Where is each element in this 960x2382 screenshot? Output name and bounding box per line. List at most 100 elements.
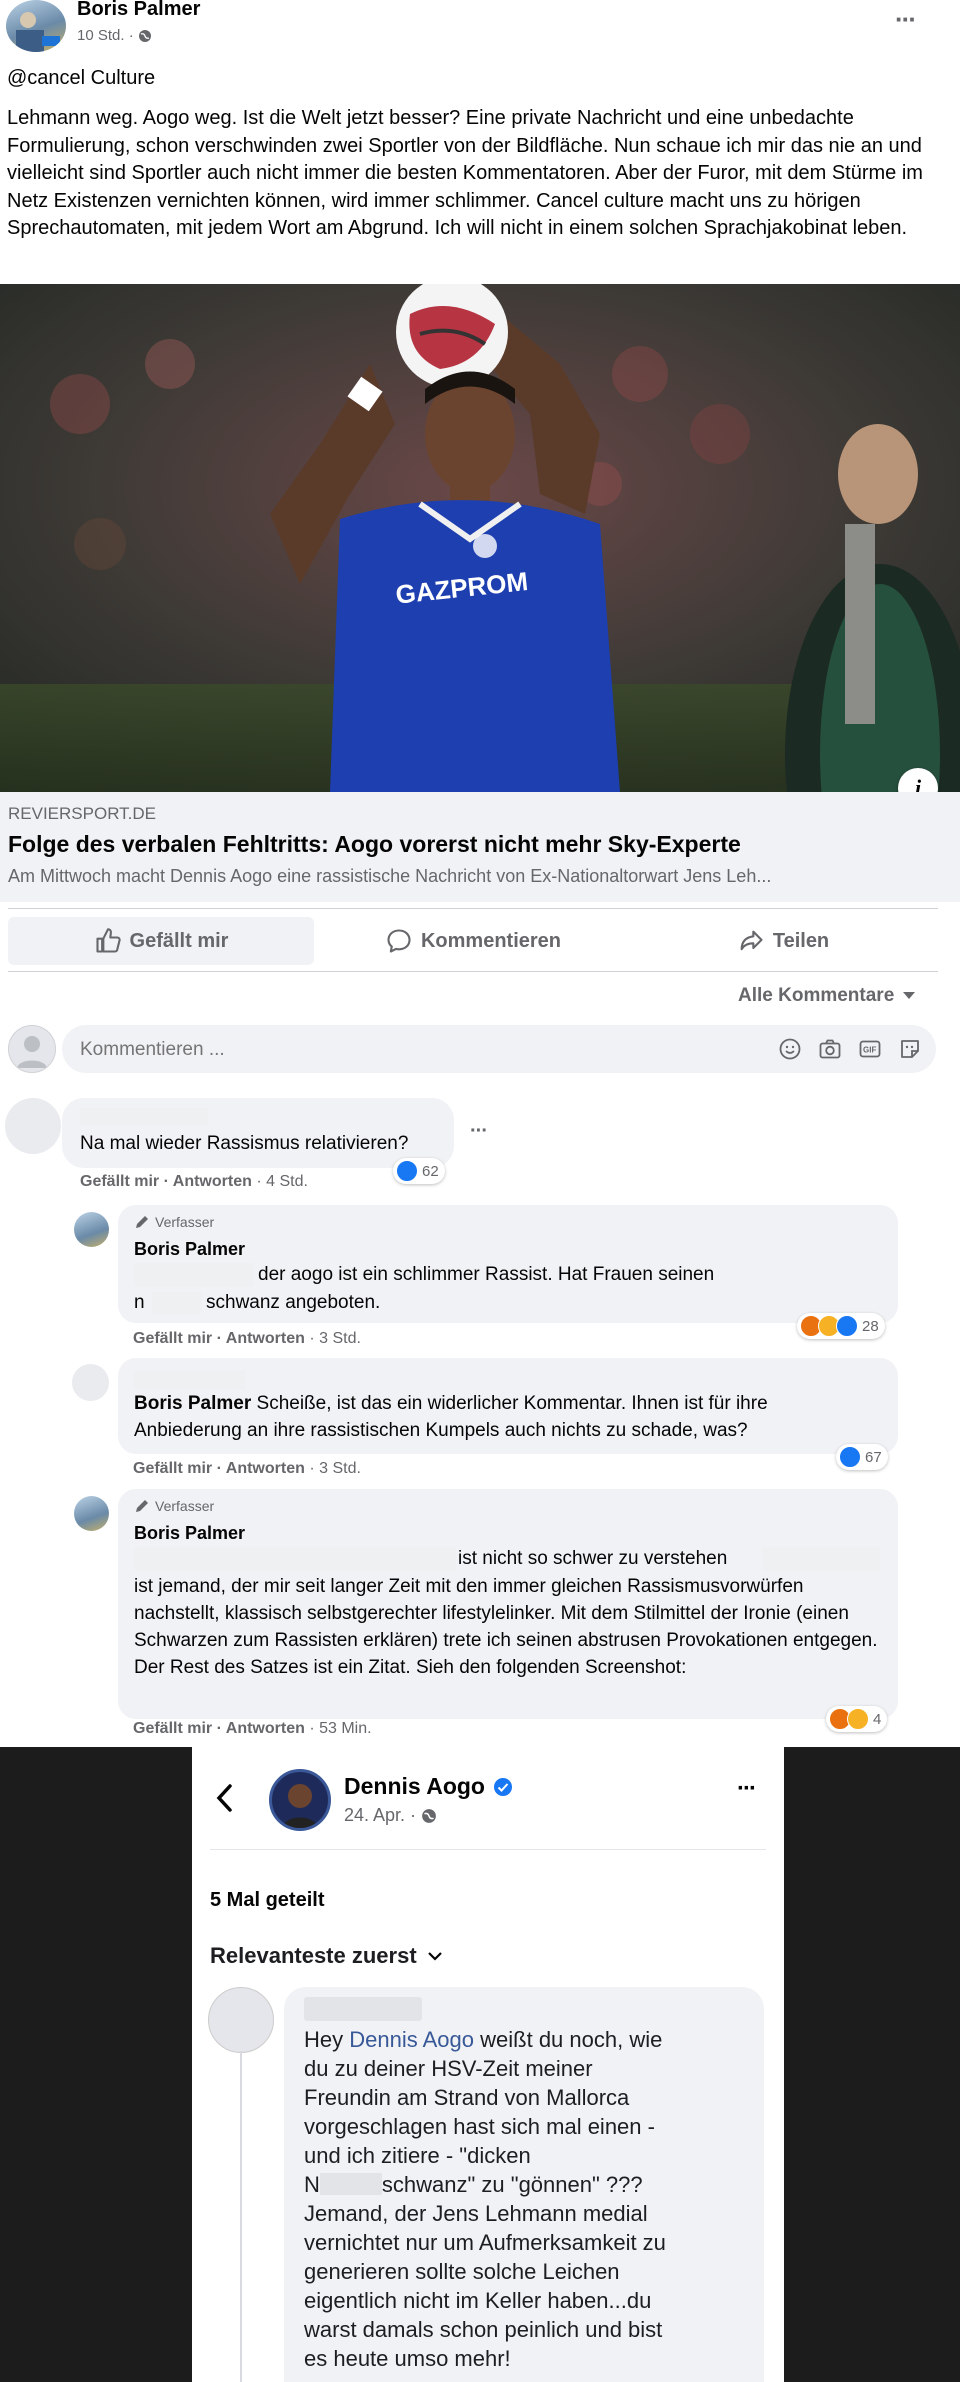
reply-text-body: ist jemand, der mir seit langer Zeit mit…	[134, 1576, 878, 1678]
reply-avatar[interactable]	[74, 1496, 109, 1531]
reply-reactions[interactable]: 4	[826, 1706, 888, 1732]
info-icon: i	[914, 775, 922, 792]
reply-text-line2: schwanz angeboten.	[206, 1292, 381, 1313]
reply-avatar[interactable]	[74, 1212, 109, 1247]
screenshot-date-row: 24. Apr. ·	[344, 1805, 437, 1826]
like-reaction-icon	[839, 1446, 861, 1468]
chevron-down-icon	[903, 992, 916, 999]
back-arrow-icon[interactable]	[214, 1783, 236, 1813]
emoji-icon[interactable]	[778, 1037, 802, 1061]
comment-button[interactable]: Kommentieren	[320, 917, 626, 965]
chevron-down-icon	[427, 1952, 442, 1961]
comment-bubble: Na mal wieder Rassismus relativieren?	[62, 1098, 454, 1168]
screenshot-phone: Dennis Aogo 24. Apr. · ··· 5 Mal geteilt…	[192, 1747, 784, 2382]
profile-photo-icon	[282, 1784, 318, 1828]
reply-actions: Gefällt mir · Antworten · 53 Min.	[133, 1720, 372, 1737]
comment-actions: Gefällt mir · Antworten · 4 Std.	[80, 1173, 308, 1190]
reply-reply-link[interactable]: Antworten	[226, 1460, 305, 1477]
link-preview[interactable]: REVIERSPORT.DE Folge des verbalen Fehltr…	[0, 792, 960, 902]
reply-reply-link[interactable]: Antworten	[226, 1720, 305, 1737]
message-line1-text: weißt du noch, wie	[480, 2027, 663, 2052]
reply-time[interactable]: · 3 Std.	[309, 1460, 361, 1477]
redacted-commenter-name	[80, 1108, 208, 1126]
share-icon	[740, 930, 763, 951]
reply-author[interactable]: Boris Palmer	[134, 1523, 245, 1544]
post-time-label: 10 Std. ·	[77, 27, 134, 44]
aogo-avatar[interactable]	[269, 1769, 331, 1831]
reply-reactions[interactable]: 28	[797, 1313, 885, 1339]
reply-reply-link[interactable]: Antworten	[226, 1330, 305, 1347]
comment-label: Kommentieren	[420, 929, 562, 952]
author-badge: Verfasser	[134, 1498, 214, 1514]
like-reaction-icon	[396, 1160, 418, 1182]
viewer-avatar[interactable]	[8, 1025, 56, 1073]
screenshot-divider	[210, 1849, 766, 1850]
reply-actions: Gefällt mir · Antworten · 3 Std.	[133, 1330, 361, 1347]
shares-count[interactable]: 5 Mal geteilt	[210, 1889, 324, 1912]
reply-text-line1: der aogo ist ein schlimmer Rassist. Hat …	[258, 1264, 715, 1285]
reply-like-link[interactable]: Gefällt mir	[133, 1720, 212, 1737]
author-badge: Verfasser	[134, 1214, 214, 1230]
reply-like-link[interactable]: Gefällt mir	[133, 1460, 212, 1477]
thumbs-up-icon	[95, 928, 121, 953]
reply-reactions[interactable]: 67	[836, 1444, 888, 1470]
link-title[interactable]: Folge des verbalen Fehltritts: Aogo vore…	[8, 831, 741, 858]
reaction-count: 62	[422, 1162, 439, 1180]
comment-composer[interactable]: GIF	[62, 1025, 936, 1073]
comment-reply-link[interactable]: Antworten	[173, 1173, 252, 1190]
message-line-7: Jemand, der Jens Lehmann medial	[304, 2201, 648, 2226]
message-line-4: vorgeschlagen hast sich mal einen -	[304, 2114, 655, 2139]
pen-icon	[136, 1500, 148, 1512]
sort-dropdown[interactable]: Relevanteste zuerst	[210, 1943, 443, 1969]
reply-time[interactable]: · 3 Std.	[309, 1330, 361, 1347]
message-hey: Hey	[304, 2027, 344, 2052]
reaction-count: 67	[865, 1448, 882, 1466]
author-badge-label: Verfasser	[155, 1498, 215, 1514]
screenshot-more-button[interactable]: ···	[737, 1775, 757, 1803]
reply-time[interactable]: · 53 Min.	[309, 1720, 371, 1737]
like-button[interactable]: Gefällt mir	[8, 917, 314, 965]
author-avatar[interactable]	[6, 0, 66, 52]
share-label: Teilen	[772, 929, 830, 952]
mention-link[interactable]: Dennis Aogo	[349, 2027, 474, 2052]
post-headline: @cancel Culture	[7, 67, 156, 89]
comment-reactions[interactable]: 62	[393, 1158, 445, 1184]
comment-text: Na mal wieder Rassismus relativieren?	[80, 1133, 409, 1154]
camera-icon[interactable]	[818, 1037, 842, 1061]
reply-author[interactable]: Boris Palmer	[134, 1239, 245, 1260]
embedded-screenshot[interactable]: Dennis Aogo 24. Apr. · ··· 5 Mal geteilt…	[0, 1747, 960, 2382]
message-line6-text: schwanz" zu "gönnen" ???	[381, 2172, 643, 2197]
comment-avatar[interactable]	[5, 1098, 61, 1154]
like-label: Gefällt mir	[129, 929, 229, 952]
comment-like-link[interactable]: Gefällt mir	[80, 1173, 159, 1190]
post-time[interactable]: 10 Std. ·	[77, 27, 152, 44]
reply-text-n: n	[134, 1292, 145, 1313]
pen-icon	[136, 1216, 148, 1228]
sticker-icon[interactable]	[898, 1037, 922, 1061]
commenter-avatar[interactable]	[208, 1987, 274, 2053]
comment-filter-label: Alle Kommentare	[738, 985, 895, 1006]
redacted-word	[152, 1292, 202, 1314]
more-options-button[interactable]: ···	[895, 4, 917, 35]
screenshot-date: 24. Apr. ·	[344, 1805, 417, 1825]
link-domain: REVIERSPORT.DE	[8, 804, 157, 823]
post-body: Lehmann weg. Aogo weg. Ist die Welt jetz…	[7, 107, 923, 239]
comment-filter[interactable]: Alle Kommentare	[738, 985, 916, 1007]
aogo-name-row[interactable]: Dennis Aogo	[344, 1773, 513, 1800]
comment-time[interactable]: · 4 Std.	[256, 1173, 308, 1190]
reply-avatar[interactable]	[72, 1364, 109, 1401]
comment-more-button[interactable]: ···	[470, 1120, 488, 1143]
comment-input[interactable]	[78, 1033, 682, 1067]
reply-bubble: Verfasser Boris Palmer der aogo ist ein …	[118, 1205, 898, 1323]
message-line-10: eigentlich nicht im Keller haben...du	[304, 2288, 652, 2313]
share-button[interactable]: Teilen	[630, 917, 936, 965]
reply-like-link[interactable]: Gefällt mir	[133, 1330, 212, 1347]
reply-author[interactable]: Boris Palmer	[134, 1393, 251, 1414]
comment-icon	[387, 929, 411, 953]
post-link-image[interactable]: GAZPROM i	[0, 284, 960, 792]
message-n: N	[304, 2172, 320, 2197]
football-player-photo: GAZPROM	[0, 284, 960, 792]
link-description: Am Mittwoch macht Dennis Aogo eine rassi…	[8, 866, 772, 886]
author-name[interactable]: Boris Palmer	[77, 0, 200, 21]
gif-icon[interactable]: GIF	[858, 1037, 882, 1061]
